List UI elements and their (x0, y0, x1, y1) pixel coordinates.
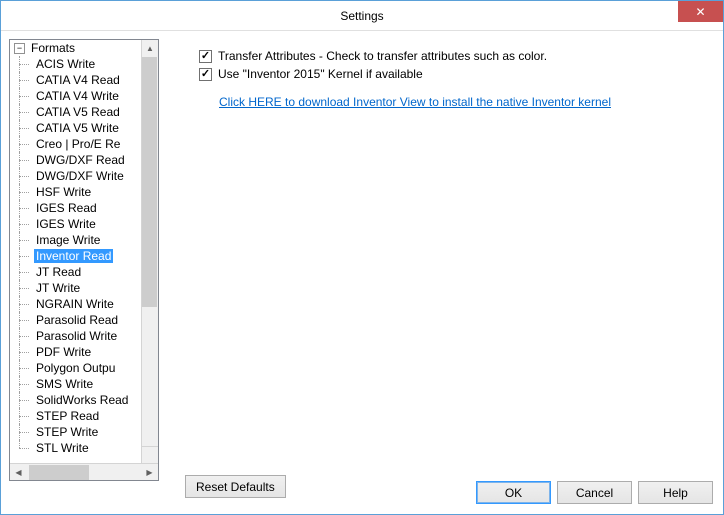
tree-item[interactable]: ACIS Write (10, 56, 155, 72)
tree-item-label: IGES Write (34, 217, 98, 231)
titlebar: Settings ✕ (1, 1, 723, 31)
scroll-track-vertical[interactable] (142, 307, 158, 446)
tree-item[interactable]: Image Write (10, 232, 155, 248)
tree-item[interactable]: STEP Write (10, 424, 155, 440)
formats-tree-panel: −FormatsACIS WriteCATIA V4 ReadCATIA V4 … (9, 39, 159, 481)
tree-item-label: Parasolid Read (34, 313, 120, 327)
tree-item-label: DWG/DXF Read (34, 153, 127, 167)
tree-item-label: Image Write (34, 233, 102, 247)
tree-item-label: STEP Read (34, 409, 101, 423)
tree-item-label: PDF Write (34, 345, 93, 359)
tree-item[interactable]: IGES Read (10, 200, 155, 216)
tree-item[interactable]: DWG/DXF Write (10, 168, 155, 184)
tree-item[interactable]: NGRAIN Write (10, 296, 155, 312)
tree-item[interactable]: CATIA V4 Write (10, 88, 155, 104)
reset-defaults-button[interactable]: Reset Defaults (185, 475, 286, 498)
tree-item[interactable]: PDF Write (10, 344, 155, 360)
scroll-up-icon[interactable]: ▲ (142, 40, 158, 57)
tree-item-label: SolidWorks Read (34, 393, 130, 407)
settings-window: Settings ✕ −FormatsACIS WriteCATIA V4 Re… (0, 0, 724, 515)
tree-item-label: NGRAIN Write (34, 297, 116, 311)
use-kernel-checkbox[interactable] (199, 68, 212, 81)
tree-item-label: ACIS Write (34, 57, 97, 71)
close-icon: ✕ (695, 5, 705, 19)
scroll-left-icon[interactable]: ◀ (10, 468, 27, 477)
ok-button[interactable]: OK (476, 481, 551, 504)
scroll-thumb-horizontal[interactable] (29, 465, 89, 480)
transfer-attributes-label: Transfer Attributes - Check to transfer … (218, 49, 547, 63)
use-kernel-label: Use "Inventor 2015" Kernel if available (218, 67, 423, 81)
help-button[interactable]: Help (638, 481, 713, 504)
tree-item-label: IGES Read (34, 201, 99, 215)
tree-item-label: Polygon Outpu (34, 361, 117, 375)
scroll-corner (141, 446, 158, 463)
tree-item-label: Parasolid Write (34, 329, 119, 343)
scroll-right-icon[interactable]: ▶ (141, 468, 158, 477)
tree-item[interactable]: Inventor Read (10, 248, 155, 264)
tree-item-label: CATIA V5 Read (34, 105, 122, 119)
transfer-attributes-checkbox[interactable] (199, 50, 212, 63)
cancel-button[interactable]: Cancel (557, 481, 632, 504)
close-button[interactable]: ✕ (678, 1, 723, 22)
tree-item[interactable]: Polygon Outpu (10, 360, 155, 376)
tree-item[interactable]: HSF Write (10, 184, 155, 200)
tree-item-label: JT Write (34, 281, 82, 295)
tree-item-label: CATIA V4 Read (34, 73, 122, 87)
tree-item[interactable]: JT Read (10, 264, 155, 280)
tree-item[interactable]: STL Write (10, 440, 155, 456)
tree-item-label: Inventor Read (34, 249, 113, 263)
tree-item[interactable]: SMS Write (10, 376, 155, 392)
tree-item[interactable]: JT Write (10, 280, 155, 296)
tree-item-label: SMS Write (34, 377, 95, 391)
tree-item[interactable]: Creo | Pro/E Re (10, 136, 155, 152)
tree-root-label: Formats (29, 41, 77, 55)
tree-item[interactable]: STEP Read (10, 408, 155, 424)
tree-item-label: STL Write (34, 441, 91, 455)
tree-item[interactable]: Parasolid Read (10, 312, 155, 328)
tree-horizontal-scrollbar[interactable]: ◀ ▶ (10, 463, 158, 480)
window-title: Settings (340, 9, 383, 23)
tree-vertical-scrollbar[interactable]: ▲ ▼ (141, 40, 158, 463)
tree-item[interactable]: Parasolid Write (10, 328, 155, 344)
dialog-buttons: OK Cancel Help (476, 481, 713, 504)
content-area: −FormatsACIS WriteCATIA V4 ReadCATIA V4 … (1, 31, 723, 514)
options-panel: Transfer Attributes - Check to transfer … (169, 39, 715, 506)
tree-item[interactable]: DWG/DXF Read (10, 152, 155, 168)
tree-item-label: DWG/DXF Write (34, 169, 126, 183)
download-inventor-link[interactable]: Click HERE to download Inventor View to … (219, 95, 611, 109)
tree-item-label: CATIA V5 Write (34, 121, 121, 135)
tree-item-label: JT Read (34, 265, 83, 279)
tree-body: −FormatsACIS WriteCATIA V4 ReadCATIA V4 … (10, 40, 158, 463)
tree-item-label: STEP Write (34, 425, 100, 439)
tree-item-label: HSF Write (34, 185, 93, 199)
tree-item[interactable]: CATIA V4 Read (10, 72, 155, 88)
tree-item-label: Creo | Pro/E Re (34, 137, 122, 151)
tree-item-label: CATIA V4 Write (34, 89, 121, 103)
tree-item[interactable]: SolidWorks Read (10, 392, 155, 408)
tree-root-formats[interactable]: −Formats (10, 40, 155, 56)
tree-item[interactable]: IGES Write (10, 216, 155, 232)
tree-collapse-icon[interactable]: − (14, 43, 25, 54)
download-link-row: Click HERE to download Inventor View to … (169, 95, 715, 109)
use-kernel-row: Use "Inventor 2015" Kernel if available (169, 67, 715, 81)
scroll-thumb-vertical[interactable] (142, 57, 157, 307)
transfer-attributes-row: Transfer Attributes - Check to transfer … (169, 49, 715, 63)
tree-item[interactable]: CATIA V5 Write (10, 120, 155, 136)
tree-item[interactable]: CATIA V5 Read (10, 104, 155, 120)
